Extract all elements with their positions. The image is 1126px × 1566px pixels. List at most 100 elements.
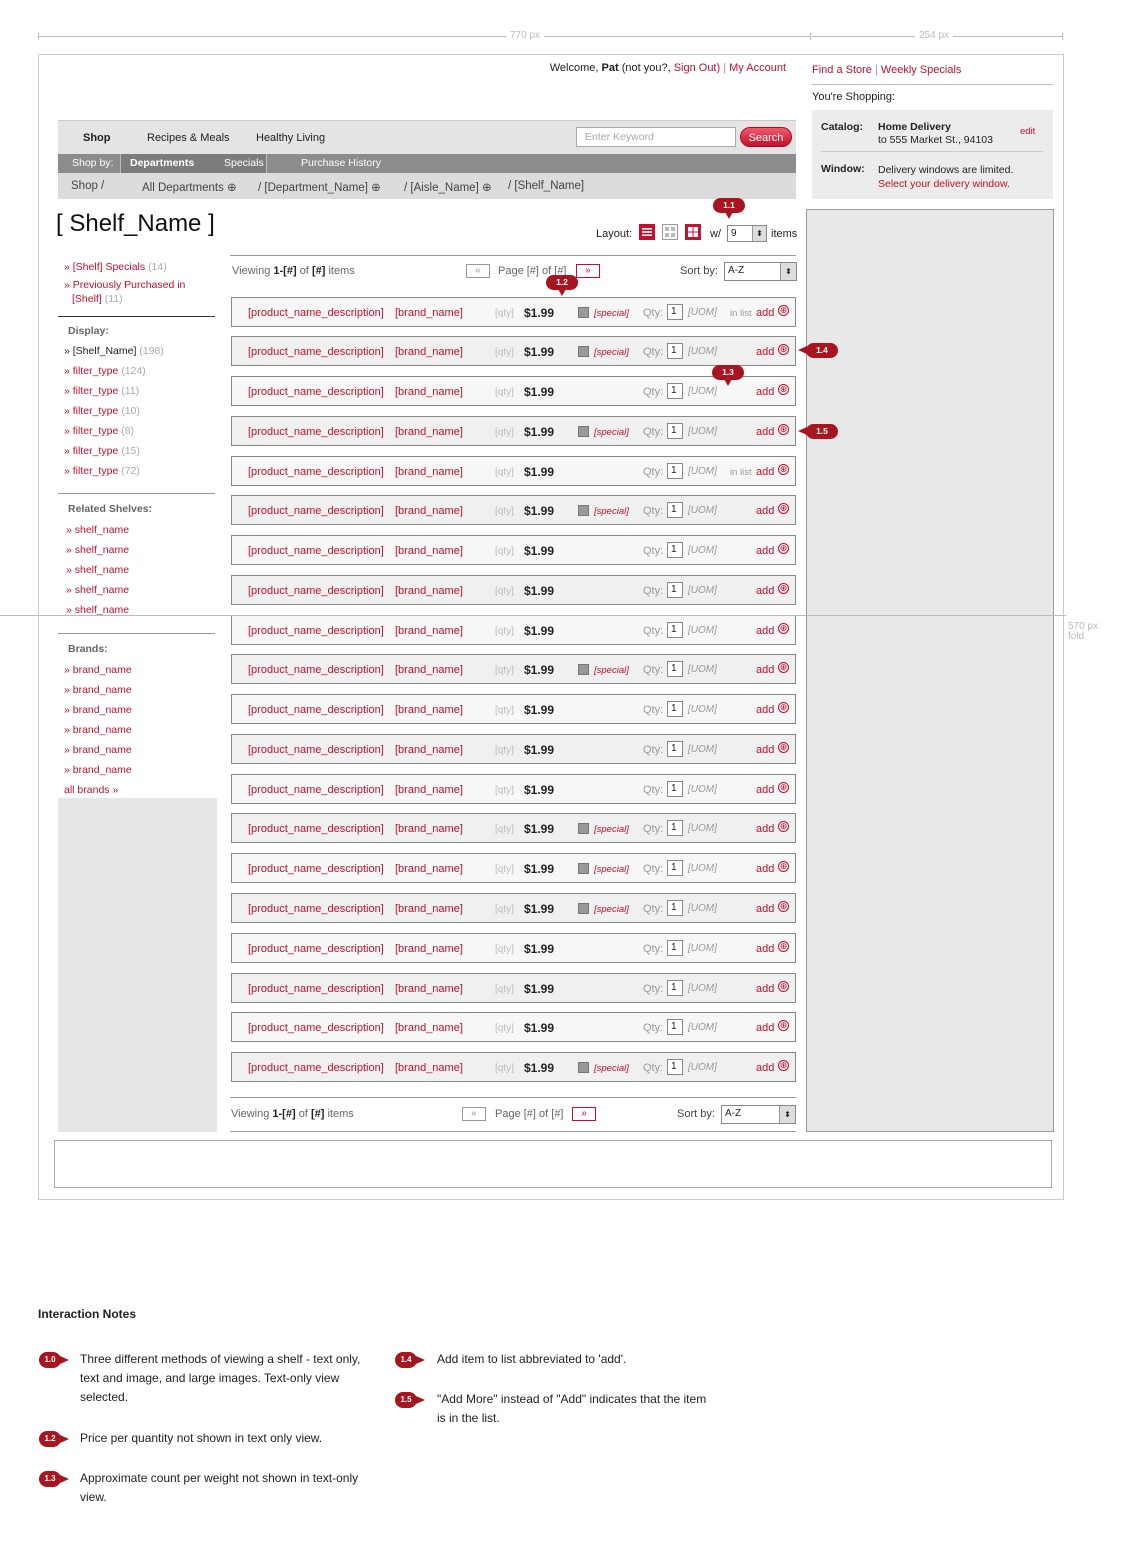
add-circle-icon[interactable]: ⊕ [778, 543, 789, 554]
add-circle-icon[interactable]: ⊕ [778, 861, 789, 872]
brand-link[interactable]: [brand_name] [395, 983, 463, 995]
brand-link[interactable]: [brand_name] [395, 505, 463, 517]
brand-link[interactable]: [brand_name] [395, 386, 463, 398]
product-name-link[interactable]: [product_name_description] [248, 346, 384, 358]
sort-select[interactable]: A-Z ⬍ [721, 1105, 796, 1124]
special-checkbox[interactable] [578, 307, 589, 318]
add-button[interactable]: add [756, 784, 774, 796]
related-shelf-link[interactable]: » shelf_name [66, 544, 129, 556]
brand-link[interactable]: » brand_name [64, 744, 132, 756]
product-name-link[interactable]: [product_name_description] [248, 386, 384, 398]
brand-link[interactable]: [brand_name] [395, 863, 463, 875]
add-button[interactable]: add [756, 307, 774, 319]
add-circle-icon[interactable]: ⊕ [778, 384, 789, 395]
add-circle-icon[interactable]: ⊕ [778, 1060, 789, 1071]
display-filter-shelf[interactable]: » [Shelf_Name] (198) [64, 345, 164, 357]
product-name-link[interactable]: [product_name_description] [248, 1022, 384, 1034]
related-shelf-link[interactable]: » shelf_name [66, 584, 129, 596]
brand-link[interactable]: » brand_name [64, 664, 132, 676]
special-checkbox[interactable] [578, 664, 589, 675]
add-circle-icon[interactable]: ⊕ [778, 344, 789, 355]
subnav-purchase-history[interactable]: Purchase History [301, 157, 381, 169]
product-name-link[interactable]: [product_name_description] [248, 784, 384, 796]
breadcrumb-all-departments[interactable]: All Departments ⊕ [142, 180, 237, 194]
add-button[interactable]: add [756, 505, 774, 517]
qty-input[interactable]: 1 [667, 661, 683, 677]
add-circle-icon[interactable]: ⊕ [778, 424, 789, 435]
all-brands-link[interactable]: all brands » [64, 784, 118, 796]
add-button[interactable]: add [756, 704, 774, 716]
brand-link[interactable]: [brand_name] [395, 903, 463, 915]
display-filter[interactable]: » filter_type (15) [64, 445, 140, 457]
product-name-link[interactable]: [product_name_description] [248, 466, 384, 478]
tab-shop[interactable]: Shop [83, 132, 111, 144]
items-per-page-select[interactable]: 9 ⬍ [727, 225, 767, 242]
qty-input[interactable]: 1 [667, 622, 683, 638]
product-name-link[interactable]: [product_name_description] [248, 625, 384, 637]
product-name-link[interactable]: [product_name_description] [248, 585, 384, 597]
add-circle-icon[interactable]: ⊕ [778, 981, 789, 992]
add-circle-icon[interactable]: ⊕ [778, 464, 789, 475]
add-circle-icon[interactable]: ⊕ [778, 742, 789, 753]
product-name-link[interactable]: [product_name_description] [248, 1062, 384, 1074]
subnav-departments[interactable]: Departments [130, 157, 194, 169]
edit-link[interactable]: edit [1020, 126, 1035, 137]
brand-link[interactable]: » brand_name [64, 704, 132, 716]
special-checkbox[interactable] [578, 1062, 589, 1073]
brand-link[interactable]: » brand_name [64, 764, 132, 776]
display-filter[interactable]: » filter_type (10) [64, 405, 140, 417]
product-name-link[interactable]: [product_name_description] [248, 307, 384, 319]
special-checkbox[interactable] [578, 823, 589, 834]
next-page-button[interactable]: » [576, 264, 600, 278]
add-circle-icon[interactable]: ⊕ [778, 901, 789, 912]
add-circle-icon[interactable]: ⊕ [778, 305, 789, 316]
add-button[interactable]: add [756, 545, 774, 557]
special-checkbox[interactable] [578, 903, 589, 914]
add-circle-icon[interactable]: ⊕ [778, 1020, 789, 1031]
product-name-link[interactable]: [product_name_description] [248, 903, 384, 915]
add-button[interactable]: add [756, 1022, 774, 1034]
sort-select[interactable]: A-Z ⬍ [724, 262, 797, 281]
layout-large-images-icon[interactable] [685, 224, 701, 240]
find-store-link[interactable]: Find a Store [812, 64, 872, 76]
qty-input[interactable]: 1 [667, 900, 683, 916]
add-button[interactable]: add [756, 863, 774, 875]
qty-input[interactable]: 1 [667, 1059, 683, 1075]
brand-link[interactable]: [brand_name] [395, 466, 463, 478]
product-name-link[interactable]: [product_name_description] [248, 426, 384, 438]
prev-page-button[interactable]: « [462, 1107, 486, 1121]
qty-input[interactable]: 1 [667, 820, 683, 836]
display-filter[interactable]: » filter_type (8) [64, 425, 134, 437]
weekly-specials-link[interactable]: Weekly Specials [881, 64, 962, 76]
add-button[interactable]: add [756, 744, 774, 756]
brand-link[interactable]: [brand_name] [395, 1022, 463, 1034]
brand-link[interactable]: [brand_name] [395, 943, 463, 955]
brand-link[interactable]: [brand_name] [395, 346, 463, 358]
qty-input[interactable]: 1 [667, 423, 683, 439]
add-circle-icon[interactable]: ⊕ [778, 583, 789, 594]
layout-text-only-icon[interactable] [639, 224, 655, 240]
qty-input[interactable]: 1 [667, 1019, 683, 1035]
brand-link[interactable]: [brand_name] [395, 625, 463, 637]
select-window-link[interactable]: Select your delivery window. [878, 178, 1010, 190]
stepper-arrows-icon[interactable]: ⬍ [752, 226, 766, 241]
layout-text-image-icon[interactable] [662, 224, 678, 240]
qty-input[interactable]: 1 [667, 701, 683, 717]
qty-input[interactable]: 1 [667, 463, 683, 479]
breadcrumb-aisle[interactable]: / [Aisle_Name] ⊕ [404, 180, 492, 194]
qty-input[interactable]: 1 [667, 383, 683, 399]
product-name-link[interactable]: [product_name_description] [248, 823, 384, 835]
qty-input[interactable]: 1 [667, 343, 683, 359]
tab-healthy-living[interactable]: Healthy Living [256, 132, 325, 144]
special-checkbox[interactable] [578, 505, 589, 516]
brand-link[interactable]: [brand_name] [395, 307, 463, 319]
prev-page-button[interactable]: « [466, 264, 490, 278]
brand-link[interactable]: » brand_name [64, 724, 132, 736]
tab-recipes-meals[interactable]: Recipes & Meals [147, 132, 230, 144]
add-button[interactable]: add [756, 823, 774, 835]
add-button[interactable]: add [756, 625, 774, 637]
display-filter[interactable]: » filter_type (11) [64, 385, 139, 397]
add-button[interactable]: add [756, 903, 774, 915]
add-circle-icon[interactable]: ⊕ [778, 821, 789, 832]
product-name-link[interactable]: [product_name_description] [248, 983, 384, 995]
